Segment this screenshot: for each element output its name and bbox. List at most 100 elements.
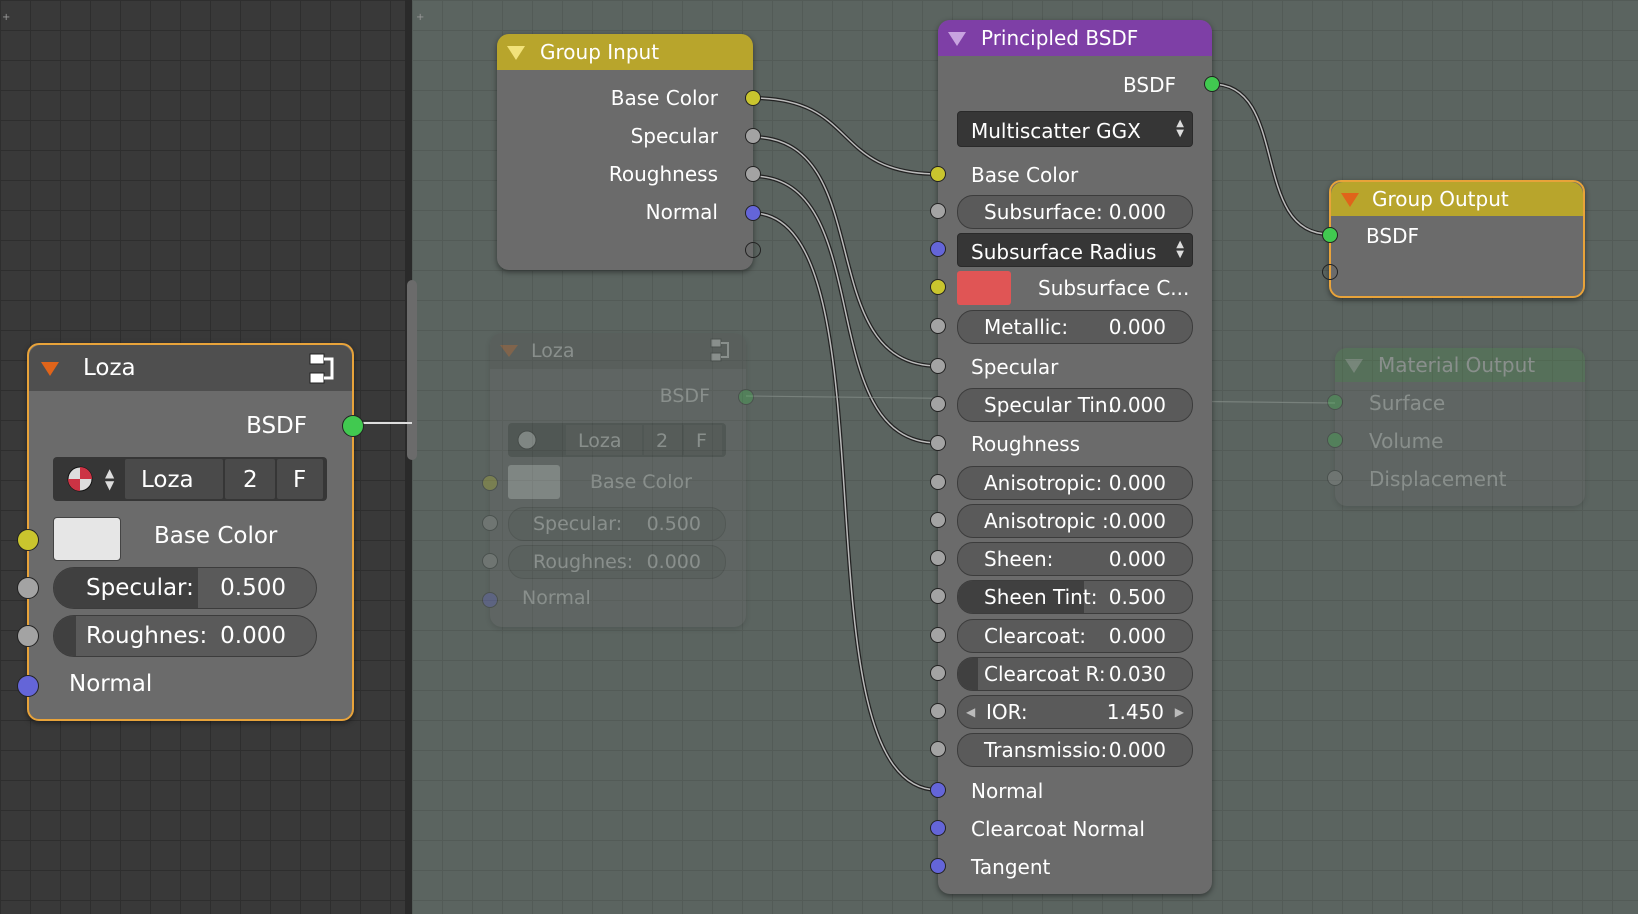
bsdf-input-socket[interactable] [1322,227,1338,243]
node-header[interactable]: Loza [29,345,352,391]
base-color-swatch[interactable] [53,517,121,561]
normal-input-socket[interactable] [482,592,498,608]
base-color-input-socket[interactable] [930,166,946,182]
empty-input-socket[interactable] [1322,264,1338,280]
specular-input-socket[interactable] [930,358,946,374]
subsurface-method-dropdown[interactable]: Subsurface Radius ▲ ▼ [957,233,1193,267]
principled-bsdf-node[interactable]: Principled BSDF BSDF Multiscatter GGX ▲ ▼… [930,20,1220,894]
specular-slider[interactable]: Specular: 0.500 [508,507,726,541]
users-count-button[interactable]: 2 [644,425,682,455]
ior-input-socket[interactable] [930,703,946,719]
output-label-base-color: Base Color [610,86,718,110]
group-datablock-selector[interactable]: Loza 2 F [508,423,726,457]
specular-tint-input-socket[interactable] [930,396,946,412]
surface-input-socket[interactable] [1327,394,1343,410]
normal-input-socket[interactable] [17,675,39,697]
clearcoat-slider[interactable]: Clearcoat: 0.000 [957,619,1193,653]
roughness-slider[interactable]: Roughnes: 0.000 [508,545,726,579]
collapse-triangle-icon[interactable] [500,345,518,357]
normal-label: Normal [971,779,1044,803]
specular-slider[interactable]: Specular: 0.500 [53,567,317,609]
volume-input-socket[interactable] [1327,432,1343,448]
fake-user-button[interactable]: F [684,425,722,455]
subsurface-input-socket[interactable] [930,203,946,219]
node-tree-browse-icon[interactable] [65,464,95,494]
specular-input-socket[interactable] [482,515,498,531]
group-name-field[interactable]: Loza [566,425,642,455]
roughness-slider[interactable]: Roughnes: 0.000 [53,615,317,657]
node-title: Material Output [1378,353,1536,377]
decrement-arrow-icon[interactable]: ◀ [966,705,975,719]
transmission-input-socket[interactable] [930,741,946,757]
collapse-triangle-icon[interactable] [1345,359,1363,373]
sheen-slider[interactable]: Sheen: 0.000 [957,542,1193,576]
normal-input-socket[interactable] [930,782,946,798]
subsurface-radius-input-socket[interactable] [930,241,946,257]
node-title: Group Input [540,40,660,64]
group-output-node[interactable]: Group Output BSDF [1322,180,1585,298]
bsdf-output-socket[interactable] [342,415,364,437]
group-input-node[interactable]: Group Input Base Color Specular Roughnes… [497,34,761,270]
node-header[interactable]: Group Output [1331,182,1583,216]
node-tree-browse-icon[interactable] [516,429,538,451]
node-title: Group Output [1372,187,1509,211]
subsurface-color-swatch[interactable] [957,271,1011,305]
node-group-icon[interactable] [306,351,340,385]
material-output-node[interactable]: Material Output Surface Volume Displacem… [1327,348,1585,506]
subsurface-slider[interactable]: Subsurface: 0.000 [957,195,1193,229]
roughness-input-socket[interactable] [930,435,946,451]
clearcoat-input-socket[interactable] [930,627,946,643]
base-color-input-socket[interactable] [17,529,39,551]
subsurface-color-input-socket[interactable] [930,279,946,295]
tangent-input-socket[interactable] [930,858,946,874]
bsdf-output-socket[interactable] [738,389,754,405]
node-header[interactable]: Group Input [497,34,753,70]
metallic-slider[interactable]: Metallic: 0.000 [957,310,1193,344]
metallic-input-socket[interactable] [930,318,946,334]
output-label-specular: Specular [630,124,718,148]
base-color-output-socket[interactable] [745,90,761,106]
volume-input-label: Volume [1369,429,1444,453]
anisotropic-slider[interactable]: Anisotropic: 0.000 [957,466,1193,500]
specular-input-socket[interactable] [17,577,39,599]
collapse-triangle-icon[interactable] [41,362,59,376]
ior-number-field[interactable]: ◀ IOR: 1.450 ▶ [957,695,1193,729]
collapse-triangle-icon[interactable] [1341,193,1359,207]
roughness-input-socket[interactable] [482,553,498,569]
sheen-input-socket[interactable] [930,550,946,566]
loza-group-node[interactable]: Loza BSDF ▲ ▼ Loza 2 F Base Color Specula… [17,343,364,721]
roughness-output-socket[interactable] [745,166,761,182]
transmission-slider[interactable]: Transmissio: 0.000 [957,733,1193,767]
node-header[interactable]: Loza [490,333,746,369]
sheen-tint-input-socket[interactable] [930,588,946,604]
distribution-dropdown[interactable]: Multiscatter GGX ▲ ▼ [957,111,1193,147]
displacement-input-socket[interactable] [1327,470,1343,486]
roughness-input-socket[interactable] [17,625,39,647]
node-header[interactable]: Principled BSDF [938,20,1212,56]
clearcoat-normal-input-socket[interactable] [930,820,946,836]
empty-output-socket[interactable] [745,242,761,258]
clearcoat-roughness-slider[interactable]: Clearcoat R: 0.030 [957,657,1193,691]
node-group-icon[interactable] [708,337,734,363]
bsdf-output-socket[interactable] [1204,76,1220,92]
normal-label: Normal [69,671,153,697]
specular-output-socket[interactable] [745,128,761,144]
anisotropic-rotation-slider[interactable]: Anisotropic : 0.000 [957,504,1193,538]
collapse-triangle-icon[interactable] [507,46,525,60]
base-color-swatch[interactable] [508,465,560,499]
node-header[interactable]: Material Output [1335,348,1585,382]
group-datablock-selector[interactable]: ▲ ▼ Loza 2 F [53,457,327,501]
increment-arrow-icon[interactable]: ▶ [1175,705,1184,719]
anisotropic-input-socket[interactable] [930,474,946,490]
collapse-triangle-icon[interactable] [948,32,966,46]
users-count-button[interactable]: 2 [225,459,275,499]
clearcoat-roughness-input-socket[interactable] [930,665,946,681]
specular-tint-slider[interactable]: Specular Tin: 0.000 [957,388,1193,422]
loza-group-node-ghost[interactable]: Loza BSDF Loza 2 F Base Color Specular: … [482,333,754,627]
normal-output-socket[interactable] [745,205,761,221]
sheen-tint-slider[interactable]: Sheen Tint: 0.500 [957,580,1193,614]
anisotropic-rotation-input-socket[interactable] [930,512,946,528]
group-name-field[interactable]: Loza [125,459,223,499]
base-color-input-socket[interactable] [482,475,498,491]
fake-user-button[interactable]: F [277,459,323,499]
